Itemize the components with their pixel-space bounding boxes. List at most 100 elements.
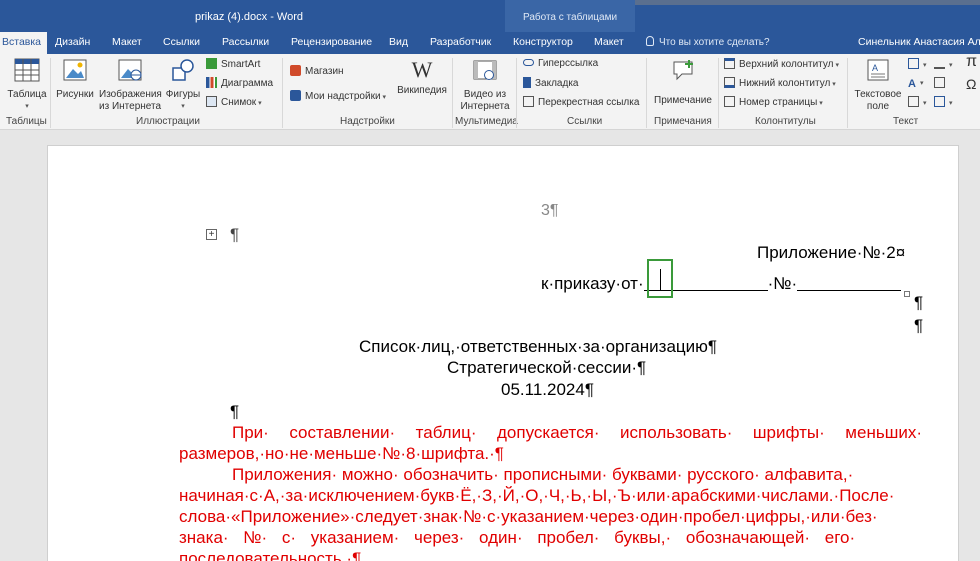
table-button[interactable]: Таблица ▾ — [6, 58, 48, 113]
group-label-media: Мультимедиа — [455, 116, 518, 127]
footer-button[interactable]: Нижний колонтитул ▾ — [724, 77, 836, 91]
empty-paragraph: ¶ — [230, 225, 240, 244]
online-video-button[interactable]: Видео из Интернета — [457, 58, 513, 113]
tab-references[interactable]: Ссылки — [163, 36, 200, 48]
number-blank-line[interactable] — [797, 277, 902, 291]
user-name[interactable]: Синельник Анастасия Але — [858, 36, 980, 48]
screenshot-label: Снимок — [221, 97, 257, 108]
hyperlink-label: Гиперссылка — [538, 58, 599, 69]
document-page[interactable]: 3¶ + ¶ Приложение·№·2¤ к·приказу·от· ·№· … — [47, 145, 959, 561]
my-addins-label: Мои надстройки — [305, 91, 381, 102]
table-resize-handle[interactable] — [904, 291, 910, 297]
header-button[interactable]: Верхний колонтитул ▾ — [724, 58, 839, 72]
pictures-label: Рисунки — [56, 89, 94, 100]
cross-reference-icon — [523, 96, 534, 107]
comment-icon — [673, 60, 693, 81]
page-number-button[interactable]: Номер страницы ▾ — [724, 96, 823, 110]
textbox-button[interactable]: A Текстовое поле — [852, 58, 904, 113]
note-paragraph-2: Приложения· можно· обозначить· прописным… — [179, 464, 922, 561]
online-picture-icon — [118, 59, 142, 81]
group-separator — [452, 58, 453, 128]
tab-table-layout[interactable]: Макет — [594, 36, 624, 48]
page-number-label: Номер страницы — [739, 97, 818, 108]
textbox-label-2: поле — [866, 101, 890, 112]
group-separator — [516, 58, 517, 128]
table-move-handle[interactable]: + — [206, 229, 217, 240]
svg-text:A: A — [872, 63, 878, 73]
picture-icon — [63, 59, 87, 81]
chart-label: Диаграмма — [221, 78, 274, 89]
window-title: prikaz (4).docx - Word — [195, 11, 303, 23]
group-label-header-footer: Колонтитулы — [755, 116, 816, 127]
shapes-icon — [172, 59, 194, 81]
group-separator — [718, 58, 719, 128]
object-icon — [934, 96, 945, 107]
tab-view[interactable]: Вид — [389, 36, 408, 48]
page-number: 3¶ — [541, 202, 559, 219]
tab-table-design[interactable]: Конструктор — [513, 36, 573, 48]
tab-review[interactable]: Рецензирование — [291, 36, 372, 48]
tab-design[interactable]: Дизайн — [55, 36, 90, 48]
store-button[interactable]: Магазин — [290, 65, 344, 78]
date-time-button[interactable] — [934, 77, 949, 90]
note2-line-2: начиная·с·А,·за·исключением·букв·Ё,·З,·Й… — [179, 486, 895, 505]
group-separator — [646, 58, 647, 128]
comment-button[interactable]: Примечание — [652, 58, 714, 107]
shapes-button[interactable]: Фигуры ▾ — [164, 58, 202, 113]
tab-developer[interactable]: Разработчик — [430, 36, 491, 48]
screenshot-button[interactable]: Снимок ▾ — [206, 96, 262, 110]
chart-button[interactable]: Диаграмма — [206, 77, 273, 90]
bookmark-icon — [523, 77, 531, 88]
signature-line-button[interactable]: ▾ — [934, 58, 953, 72]
ribbon: Таблица ▾ Таблицы Рисунки Изображения из… — [0, 54, 980, 130]
group-label-comments: Примечания — [654, 116, 712, 127]
chevron-down-icon: ▾ — [25, 103, 29, 110]
drop-cap-icon — [908, 96, 919, 107]
chevron-down-icon: ▾ — [949, 100, 953, 107]
drop-cap-button[interactable]: ▾ — [908, 96, 927, 110]
link-icon — [523, 59, 534, 66]
table-label: Таблица — [7, 89, 47, 100]
chevron-down-icon: ▾ — [181, 103, 185, 110]
heading-date: 05.11.2024¶ — [501, 380, 594, 399]
hyperlink-button[interactable]: Гиперссылка — [523, 58, 598, 70]
note2-line-4: знака· №· с· указанием· через· один· про… — [179, 528, 856, 547]
tab-mailings[interactable]: Рассылки — [222, 36, 269, 48]
paragraph-mark: ¶ — [914, 293, 924, 312]
bookmark-label: Закладка — [535, 78, 579, 89]
bookmark-button[interactable]: Закладка — [523, 77, 578, 90]
textbox-icon: A — [867, 59, 889, 81]
store-label: Магазин — [305, 66, 344, 77]
wordart-button[interactable]: A ▾ — [908, 77, 923, 90]
wikipedia-button[interactable]: W Википедия — [396, 58, 448, 97]
tab-layout[interactable]: Макет — [112, 36, 142, 48]
smartart-label: SmartArt — [221, 59, 261, 70]
quick-parts-button[interactable]: ▾ — [908, 58, 927, 72]
smartart-button[interactable]: SmartArt — [206, 58, 260, 71]
online-video-label-1: Видео из — [463, 89, 507, 100]
equation-button[interactable]: π — [966, 54, 977, 70]
tab-insert[interactable]: Вставка — [0, 32, 48, 54]
tell-me-box[interactable]: Что вы хотите сделать? — [646, 36, 770, 48]
text-cursor-highlight[interactable] — [647, 259, 673, 298]
pictures-button[interactable]: Рисунки — [55, 58, 95, 101]
order-number-label: ·№· — [767, 274, 798, 293]
object-button[interactable]: ▾ — [934, 96, 953, 110]
ribbon-tabs: Вставка Дизайн Макет Ссылки Рассылки Рец… — [0, 32, 980, 54]
wikipedia-label: Википедия — [397, 85, 447, 96]
context-group-label: Работа с таблицами — [523, 12, 618, 23]
textbox-label-1: Текстовое — [854, 89, 902, 100]
video-icon — [473, 60, 497, 80]
calendar-icon — [934, 77, 945, 88]
chevron-down-icon: ▾ — [923, 100, 927, 107]
document-area: 3¶ + ¶ Приложение·№·2¤ к·приказу·от· ·№· … — [0, 130, 980, 561]
group-label-text: Текст — [893, 116, 919, 127]
group-separator — [282, 58, 283, 128]
symbol-button[interactable]: Ω — [966, 77, 976, 91]
order-reference-prefix: к·приказу·от· — [541, 274, 644, 293]
my-addins-button[interactable]: Мои надстройки ▾ — [290, 90, 386, 104]
cross-reference-button[interactable]: Перекрестная ссылка — [523, 96, 639, 109]
note2-line-1: Приложения· можно· обозначить· прописным… — [232, 465, 854, 484]
online-pictures-button[interactable]: Изображения из Интернета — [99, 58, 162, 113]
store-icon — [290, 65, 301, 76]
